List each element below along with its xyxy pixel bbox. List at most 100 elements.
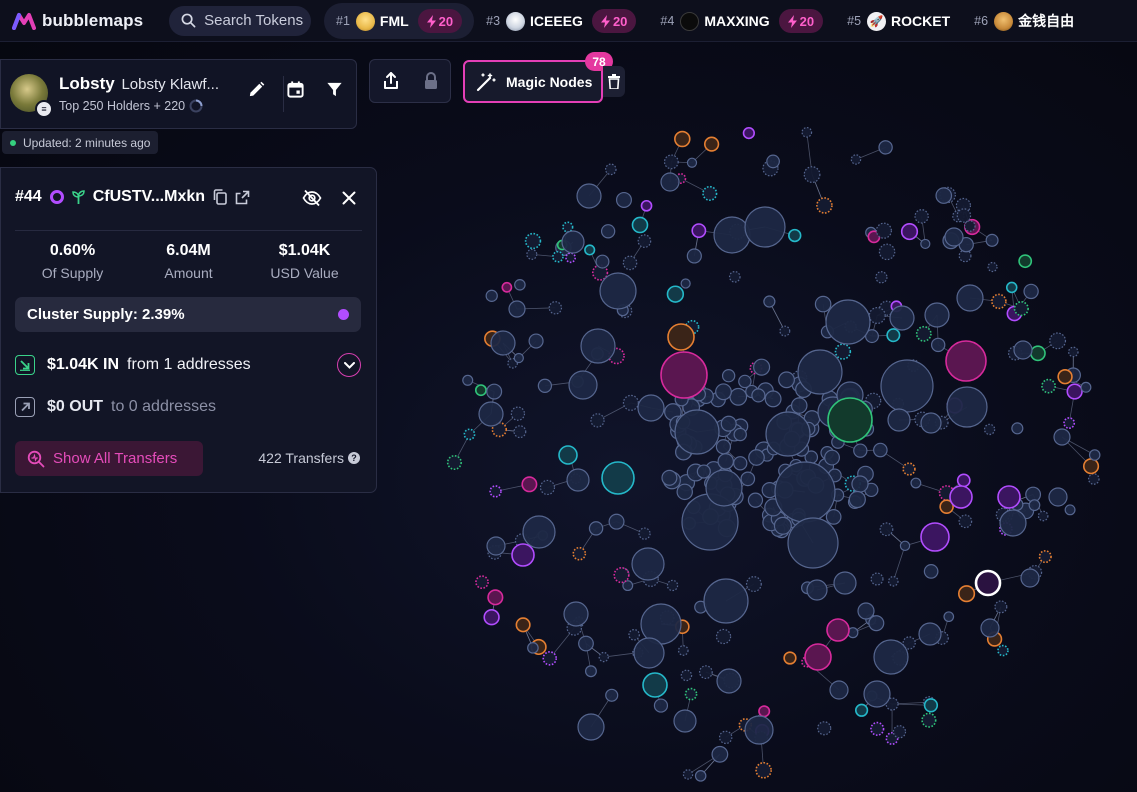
holder-bubble-small[interactable] <box>875 222 892 239</box>
trending-item-6[interactable]: #6 金钱自由 <box>962 3 1086 39</box>
holder-bubble[interactable] <box>949 485 973 509</box>
holder-bubble-small[interactable] <box>1087 473 1100 485</box>
holder-bubble-small[interactable] <box>956 473 971 488</box>
holder-bubble-small[interactable] <box>1037 510 1049 522</box>
holder-bubble-small[interactable] <box>718 730 733 745</box>
holder-bubble-cluster[interactable] <box>790 397 808 414</box>
holder-bubble[interactable] <box>924 302 950 328</box>
trending-item-iceeeg[interactable]: #3 ICEEEG 20 <box>474 3 648 39</box>
holder-bubble-small[interactable] <box>886 328 901 343</box>
holder-bubble[interactable] <box>863 680 891 708</box>
holder-bubble-cluster[interactable] <box>733 456 748 471</box>
holder-bubble[interactable] <box>880 359 934 413</box>
holder-bubble-small[interactable] <box>684 687 698 701</box>
holder-bubble-cluster[interactable] <box>676 483 693 501</box>
holder-bubble[interactable] <box>806 579 828 601</box>
holder-bubble[interactable] <box>577 713 605 741</box>
holder-bubble-small[interactable] <box>963 220 976 232</box>
filter-icon[interactable] <box>325 80 344 99</box>
holder-bubble[interactable] <box>825 299 871 345</box>
edit-pencil-icon[interactable] <box>247 80 266 99</box>
copy-icon[interactable] <box>213 189 227 205</box>
holder-bubble[interactable] <box>599 272 637 310</box>
holder-bubble-small[interactable] <box>1030 345 1046 362</box>
holder-bubble-small[interactable] <box>868 615 885 632</box>
holder-bubble[interactable] <box>490 330 516 356</box>
holder-bubble[interactable] <box>478 401 504 427</box>
holder-bubble-small[interactable] <box>814 295 832 313</box>
holder-bubble-small[interactable] <box>914 209 929 224</box>
holder-bubble-small[interactable] <box>622 580 634 592</box>
holder-bubble-small[interactable] <box>462 374 474 386</box>
holder-bubble-small[interactable] <box>1023 283 1039 300</box>
holders-subtitle[interactable]: Top 250 Holders + 220 <box>59 99 203 113</box>
holder-bubble-small[interactable] <box>935 187 953 204</box>
holder-bubble-small[interactable] <box>615 191 632 208</box>
holder-bubble[interactable] <box>568 370 598 400</box>
holder-bubble[interactable] <box>827 397 873 443</box>
holder-bubble-small[interactable] <box>489 485 502 498</box>
show-all-transfers-button[interactable]: Show All Transfers <box>15 441 203 476</box>
holder-bubble-small[interactable] <box>595 254 610 269</box>
holder-bubble-small[interactable] <box>763 295 776 308</box>
holder-bubble-small[interactable] <box>766 154 780 169</box>
close-icon[interactable] <box>342 191 356 205</box>
holder-bubble-small[interactable] <box>902 462 916 476</box>
holder-bubble-cluster[interactable] <box>753 358 771 376</box>
holder-bubble[interactable] <box>576 183 602 209</box>
holder-bubble-small[interactable] <box>1041 378 1056 394</box>
holder-bubble[interactable] <box>744 206 786 248</box>
holder-bubble-small[interactable] <box>510 406 526 421</box>
holder-bubble-small[interactable] <box>870 721 885 736</box>
external-link-icon[interactable] <box>235 190 250 205</box>
holder-bubble-small[interactable] <box>1011 422 1024 435</box>
boost-badge[interactable]: 20 <box>417 9 463 33</box>
holder-bubble-cluster[interactable] <box>824 449 840 466</box>
holder-bubble[interactable] <box>508 300 526 318</box>
holder-bubble-small[interactable] <box>1066 383 1083 400</box>
magic-nodes-button[interactable]: Magic Nodes <box>463 60 603 103</box>
holder-bubble-small[interactable] <box>1080 381 1092 393</box>
holder-bubble-small[interactable] <box>622 255 638 271</box>
holder-bubble[interactable] <box>873 639 909 675</box>
holder-bubble-small[interactable] <box>1064 504 1076 516</box>
holder-bubble-small[interactable] <box>513 352 524 364</box>
holder-bubble-small[interactable] <box>474 384 487 397</box>
holder-bubble-small[interactable] <box>588 521 604 536</box>
holder-bubble-small[interactable] <box>526 248 538 260</box>
share-icon[interactable] <box>382 71 400 91</box>
holder-bubble-small[interactable] <box>779 325 791 337</box>
holder-bubble-small[interactable] <box>788 228 802 243</box>
holder-bubble-small[interactable] <box>542 651 558 666</box>
holder-bubble[interactable] <box>887 408 911 432</box>
holder-bubble-small[interactable] <box>483 609 500 626</box>
holder-bubble[interactable] <box>522 515 556 549</box>
holder-bubble[interactable] <box>829 680 849 700</box>
holder-bubble[interactable] <box>511 543 535 567</box>
holder-bubble-small[interactable] <box>513 425 527 439</box>
holder-bubble-small[interactable] <box>875 271 888 284</box>
holder-bubble-small[interactable] <box>923 564 939 579</box>
clear-magic-nodes-button[interactable] <box>603 66 625 97</box>
holder-bubble[interactable] <box>797 349 843 395</box>
holder-bubble-small[interactable] <box>628 628 640 641</box>
holder-bubble[interactable] <box>920 522 950 552</box>
holder-bubble-cluster[interactable] <box>764 390 782 408</box>
holder-bubble-small[interactable] <box>590 413 605 428</box>
holder-bubble-small[interactable] <box>552 250 564 263</box>
holder-bubble-small[interactable] <box>910 477 922 489</box>
holder-bubble-small[interactable] <box>850 154 862 165</box>
holder-bubble-small[interactable] <box>674 130 691 148</box>
holder-bubble-small[interactable] <box>997 644 1009 657</box>
holder-bubble-small[interactable] <box>985 233 999 247</box>
holder-bubble-cluster[interactable] <box>715 383 732 401</box>
holder-bubble-small[interactable] <box>663 154 679 170</box>
holder-bubble[interactable] <box>705 469 743 507</box>
holder-bubble-cluster[interactable] <box>778 371 795 389</box>
holder-bubble-cluster[interactable] <box>825 509 842 525</box>
holder-bubble-small[interactable] <box>742 126 755 140</box>
holder-bubble-small[interactable] <box>892 725 907 739</box>
holder-bubble-small[interactable] <box>666 285 685 303</box>
holder-bubble-small[interactable] <box>515 617 531 633</box>
holder-bubble-small[interactable] <box>1038 550 1052 564</box>
